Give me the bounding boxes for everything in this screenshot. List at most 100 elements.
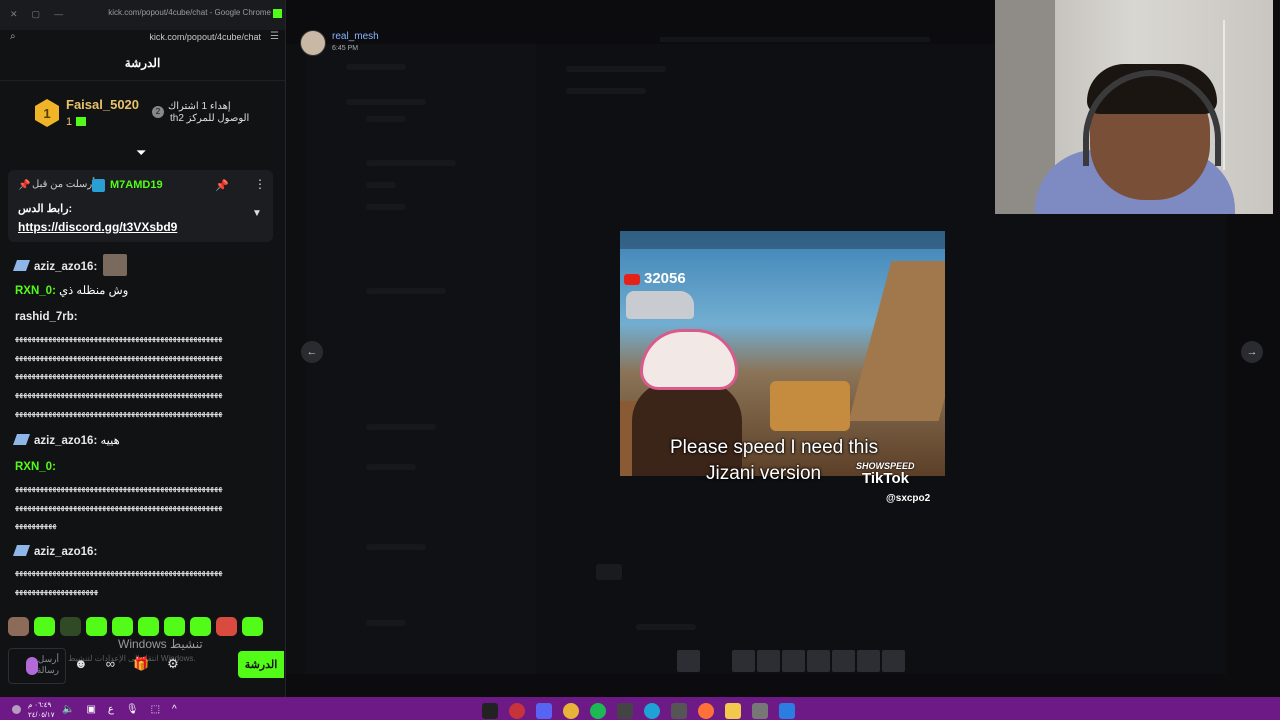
previous-arrow-icon[interactable]: ← [301, 341, 323, 363]
address-bar[interactable]: ⌕ kick.com/popout/4cube/chat ☰ [0, 30, 285, 46]
microphone-icon[interactable]: 🎙 [126, 704, 139, 715]
video-caption-line2: Jizani version [706, 463, 822, 484]
chat-header: الدرشة [0, 46, 285, 81]
cursor-highlight [26, 657, 38, 675]
next-arrow-icon[interactable]: → [1241, 341, 1263, 363]
minimize-window-icon[interactable]: — [54, 9, 63, 20]
emote-button[interactable] [60, 617, 81, 636]
emote-button[interactable] [164, 617, 185, 636]
message-text: وش منظله ذي [59, 285, 129, 297]
emote-button[interactable] [8, 617, 29, 636]
thumbnail[interactable] [832, 650, 855, 672]
app-spotify-icon[interactable] [590, 703, 606, 719]
url-text[interactable]: kick.com/popout/4cube/chat [149, 32, 261, 42]
message-username[interactable]: aziz_azo16: [34, 261, 97, 273]
tiktok-handle: @sxcpo2 [886, 493, 931, 504]
spam-line: ﻬﻬﻬﻬﻬﻬﻬﻬﻬﻬﻬﻬﻬﻬﻬﻬﻬﻬﻬﻬﻬﻬﻬﻬﻬﻬﻬﻬﻬﻬﻬﻬﻬﻬﻬﻬﻬﻬﻬﻬ… [15, 500, 223, 511]
spam-text-block: ﻬﻬﻬﻬﻬﻬﻬﻬﻬﻬﻬﻬﻬﻬﻬﻬﻬﻬﻬﻬﻬﻬﻬﻬﻬﻬﻬﻬﻬﻬﻬﻬﻬﻬﻬﻬﻬﻬﻬﻬ… [15, 562, 265, 599]
pencil-badge-icon [12, 260, 31, 271]
more-options-icon[interactable]: ⋮ [254, 177, 266, 191]
message-username[interactable]: aziz_azo16: [34, 435, 97, 447]
capture-icon[interactable]: ⬚ [151, 704, 160, 715]
start-windows-icon[interactable] [779, 703, 795, 719]
ghost-text [346, 64, 406, 70]
discord-link[interactable]: https://discord.gg/t3VXsbd9 [18, 220, 177, 234]
emote-button[interactable] [216, 617, 237, 636]
emoji-picker-icon[interactable]: ☻ [74, 656, 88, 672]
message-username[interactable]: rashid_7rb: [15, 311, 78, 323]
taskbar-clock-date[interactable]: ٢٤/٠٥/١٧ [28, 711, 54, 719]
leader-username[interactable]: Faisal_5020 [66, 97, 139, 112]
emote-button[interactable] [34, 617, 55, 636]
thumbnail[interactable] [882, 650, 905, 672]
app-discord-icon[interactable] [536, 703, 552, 719]
thumbnail[interactable] [732, 650, 755, 672]
author-name[interactable]: real_mesh [332, 31, 379, 42]
maximize-window-icon[interactable]: ▢ [32, 9, 41, 20]
spam-text-block: ﻬﻬﻬﻬﻬﻬﻬﻬﻬﻬﻬﻬﻬﻬﻬﻬﻬﻬﻬﻬﻬﻬﻬﻬﻬﻬﻬﻬﻬﻬﻬﻬﻬﻬﻬﻬﻬﻬﻬﻬ… [15, 328, 265, 422]
send-chat-button[interactable]: الدرشة [238, 651, 284, 678]
video-scene-ramp [848, 261, 945, 421]
message-username[interactable]: RXN_0: [15, 285, 56, 297]
site-settings-icon[interactable]: ☰ [270, 31, 279, 42]
app-chrome-icon[interactable] [563, 703, 579, 719]
app-generic-icon[interactable] [752, 703, 768, 719]
emote-button[interactable] [190, 617, 211, 636]
spam-line: ﻬﻬﻬﻬﻬﻬﻬﻬﻬﻬﻬﻬﻬﻬﻬﻬﻬﻬﻬﻬﻬﻬﻬﻬﻬﻬﻬﻬﻬﻬﻬﻬﻬﻬﻬﻬﻬﻬﻬﻬ… [15, 350, 223, 361]
collapse-icon[interactable]: ⏷ [136, 145, 146, 161]
notification-icon[interactable] [12, 705, 21, 714]
app-mail-icon[interactable] [617, 703, 633, 719]
emote-button[interactable] [138, 617, 159, 636]
message-username[interactable]: aziz_azo16: [34, 546, 97, 558]
emote-button[interactable] [86, 617, 107, 636]
activate-windows-title: Windows تنشيط [118, 637, 203, 651]
webcam-cable [1223, 20, 1225, 170]
webcam-overlay [995, 0, 1273, 214]
language-indicator[interactable]: ع [108, 704, 114, 715]
app-explorer-icon[interactable] [725, 703, 741, 719]
rank-number: 1 [43, 106, 50, 121]
close-window-icon[interactable]: ✕ [10, 9, 18, 20]
author-avatar[interactable] [300, 30, 326, 56]
thumbnail[interactable] [757, 650, 780, 672]
pinned-message[interactable]: 📌 أرسلت من قبل M7AMD19 📌 ⋮ رابط الدس: ht… [8, 170, 273, 242]
thumbnail[interactable] [677, 650, 700, 672]
ghost-text [636, 624, 696, 630]
app-firefox-icon[interactable] [698, 703, 714, 719]
app-edge-icon[interactable] [644, 703, 660, 719]
gift-icon [76, 117, 86, 126]
app-obs-icon[interactable] [482, 703, 498, 719]
ghost-text [366, 620, 406, 626]
tray-expand-icon[interactable]: ^ [172, 704, 177, 715]
video-scene-food [770, 381, 850, 431]
pinned-label: رابط الدس: [18, 203, 73, 215]
network-icon[interactable]: ▣ [86, 704, 95, 715]
sub-emote-icon[interactable]: ∞ [106, 656, 115, 672]
volume-icon[interactable]: 🔈 [62, 704, 74, 715]
thumbnail[interactable] [782, 650, 805, 672]
emote-button[interactable] [242, 617, 263, 636]
spam-line: ﻬﻬﻬﻬﻬﻬﻬﻬﻬﻬﻬﻬﻬﻬﻬﻬﻬﻬﻬﻬﻬﻬﻬﻬﻬﻬﻬﻬﻬﻬﻬﻬﻬﻬﻬﻬﻬﻬﻬﻬ… [15, 388, 223, 399]
background-channel-list [306, 44, 536, 674]
video-stream-overlay [620, 231, 945, 249]
pinned-sender[interactable]: M7AMD19 [110, 179, 163, 191]
gift-sub-icon[interactable]: 🎁 [133, 656, 149, 672]
settings-gear-icon[interactable]: ⚙ [167, 656, 179, 672]
thumbnail-spacer [702, 650, 730, 672]
chat-message: aziz_azo16: [12, 545, 97, 558]
viewer-counter: 32056 [644, 270, 686, 287]
taskbar-clock-time[interactable]: ٠٦:٤٩ م [28, 701, 51, 709]
thumbnail[interactable] [807, 650, 830, 672]
emote-button[interactable] [112, 617, 133, 636]
message-username[interactable]: RXN_0: [15, 461, 56, 473]
app-calculator-icon[interactable] [671, 703, 687, 719]
spam-line: ﻬﻬﻬﻬﻬﻬﻬﻬﻬﻬﻬﻬﻬﻬﻬﻬﻬﻬﻬﻬﻬﻬﻬﻬﻬﻬﻬﻬﻬﻬﻬﻬﻬﻬﻬﻬﻬﻬﻬﻬ… [15, 482, 223, 492]
pinned-by-label: أرسلت من قبل [32, 179, 96, 190]
unpin-icon[interactable]: 📌 [215, 179, 229, 192]
ghost-text [346, 99, 426, 105]
app-record-icon[interactable] [509, 703, 525, 719]
chat-message: aziz_azo16: هييه [12, 433, 120, 447]
chevron-down-icon[interactable]: ▼ [252, 208, 262, 219]
zoom-icon[interactable]: ⌕ [10, 31, 16, 42]
thumbnail[interactable] [857, 650, 880, 672]
